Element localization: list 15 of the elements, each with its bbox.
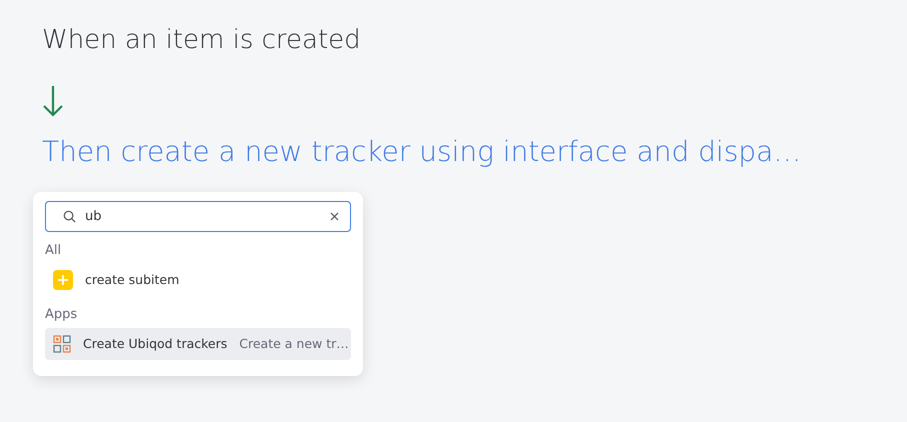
- group-label: Apps: [45, 306, 78, 324]
- action-title[interactable]: Then create a new tracker using interface and dispa…: [42, 132, 802, 172]
- grid-icon: [53, 335, 71, 353]
- list-item[interactable]: create subitem: [45, 264, 351, 296]
- close-icon[interactable]: [330, 212, 339, 221]
- item-description: Create a new tr…: [239, 334, 349, 353]
- search-field[interactable]: ub: [45, 201, 351, 232]
- search-icon: [63, 210, 76, 223]
- item-label: Create Ubiqod trackers: [83, 334, 228, 353]
- list-item[interactable]: Create Ubiqod trackers Create a new tr…: [45, 328, 351, 360]
- arrow-down-icon: [42, 84, 64, 118]
- group-label: All: [45, 242, 62, 260]
- item-label: create subitem: [85, 270, 180, 289]
- plus-icon: [53, 270, 73, 290]
- trigger-text: When an item is created: [42, 24, 361, 57]
